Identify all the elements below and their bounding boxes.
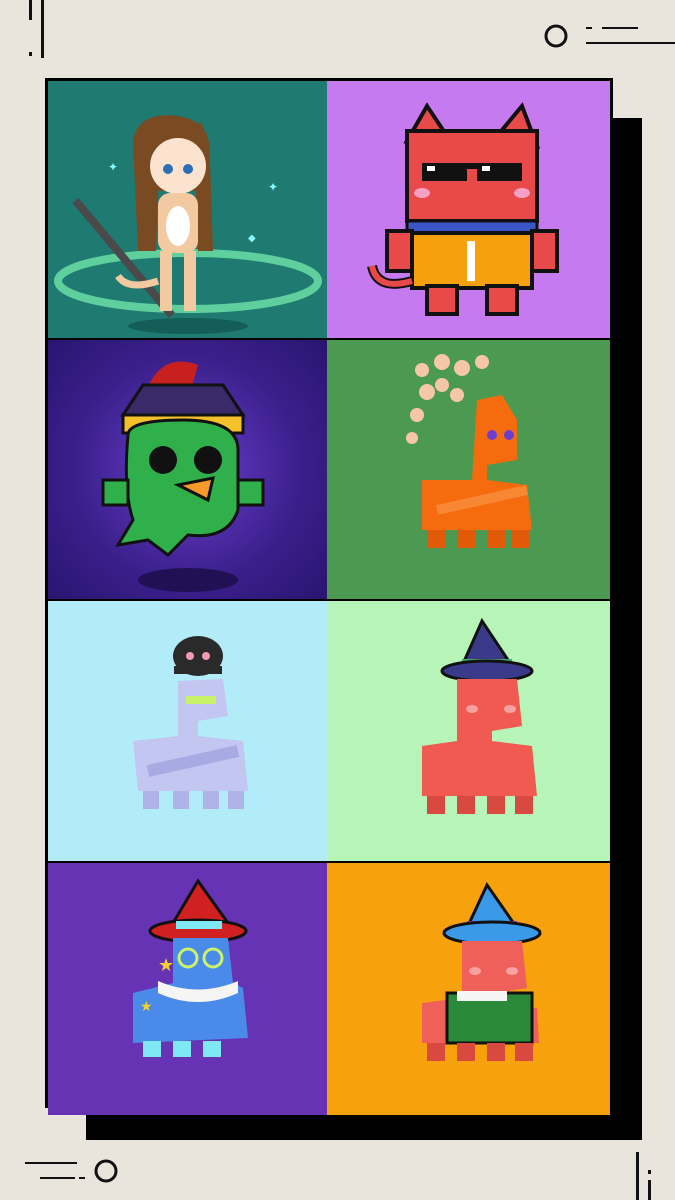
tile-blue-alpaca: ★ ★	[48, 863, 327, 1115]
tile-green-ghost	[48, 340, 327, 599]
tile-pink-alpaca-blue-hat	[327, 863, 610, 1115]
svg-text:◆: ◆	[248, 233, 256, 244]
svg-text:✦: ✦	[108, 160, 118, 174]
corner-decoration-top-left	[29, 0, 44, 58]
svg-text:★: ★	[140, 999, 153, 1015]
tile-orange-alpaca	[327, 340, 610, 599]
tile-cat-girl: ✦ ✦ ◆	[48, 81, 327, 338]
orange-alpaca-illustration	[406, 354, 532, 548]
svg-text:★: ★	[158, 955, 174, 976]
image-grid: ✦ ✦ ◆ ★ ★	[45, 78, 613, 1115]
blue-alpaca-illustration: ★ ★	[133, 878, 248, 1057]
tile-lavender-alpaca	[48, 601, 327, 861]
corner-decoration-bottom-left	[25, 1159, 118, 1183]
green-ghost-illustration	[101, 361, 265, 592]
pink-alpaca-blue-hat-illustration	[422, 882, 542, 1061]
pink-alpaca-witch-illustration	[422, 617, 537, 814]
cat-girl-illustration: ✦ ✦ ◆	[54, 115, 322, 334]
tile-red-cat	[327, 81, 610, 338]
corner-decoration-top-right	[544, 24, 675, 48]
red-cat-illustration	[367, 102, 559, 316]
tile-pink-alpaca-witch	[327, 601, 610, 861]
lavender-alpaca-illustration	[133, 636, 248, 809]
corner-decoration-bottom-right	[636, 1152, 651, 1200]
svg-text:✦: ✦	[268, 180, 278, 194]
